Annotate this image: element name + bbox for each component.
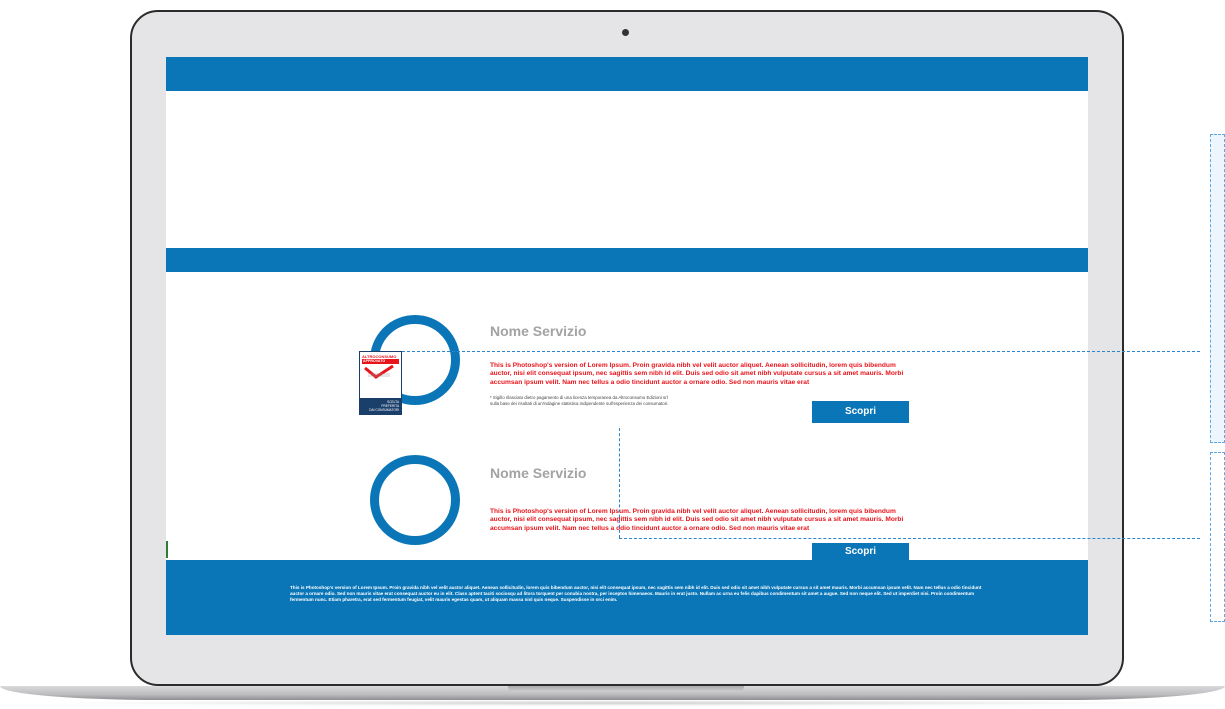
green-edge-marker [166, 541, 168, 558]
header-bar [166, 57, 1088, 91]
guide-box-upper [1210, 134, 1225, 443]
laptop-screen: ALTROCONSUMO APPROVATO SCELTA PREFERITA … [166, 57, 1088, 635]
laptop-hinge [508, 686, 744, 692]
footer-text: This is Photoshop's version of Lorem Ips… [290, 585, 982, 603]
service-2-description: This is Photoshop's version of Lorem Ips… [490, 508, 904, 532]
service-2-ring-icon [370, 455, 460, 545]
guide-line-vertical [619, 428, 620, 538]
checkmark-icon [364, 365, 394, 379]
service-1-title: Nome Servizio [490, 323, 587, 339]
service-2-scopri-button[interactable]: Scopri [812, 543, 909, 560]
footer-bar: This is Photoshop's version of Lorem Ips… [166, 560, 1088, 635]
guide-line-bottom [619, 538, 1200, 539]
altroconsumo-approved-badge: ALTROCONSUMO APPROVATO SCELTA PREFERITA … [359, 351, 402, 415]
guide-box-lower [1210, 452, 1225, 622]
service-2-title: Nome Servizio [490, 465, 587, 481]
section-divider-bar [166, 248, 1088, 272]
service-1-description: This is Photoshop's version of Lorem Ips… [490, 362, 904, 386]
webcam-icon [622, 29, 629, 36]
badge-footer: SCELTA PREFERITA DAI CONSUMATORI [360, 398, 401, 414]
service-1-disclaimer: * Sigillo rilasciato dietro pagamento di… [490, 395, 669, 406]
guide-line-top [402, 351, 1200, 352]
badge-label: APPROVATO [362, 359, 399, 364]
laptop-shadow [40, 700, 1185, 706]
service-1-scopri-button[interactable]: Scopri [812, 401, 909, 423]
